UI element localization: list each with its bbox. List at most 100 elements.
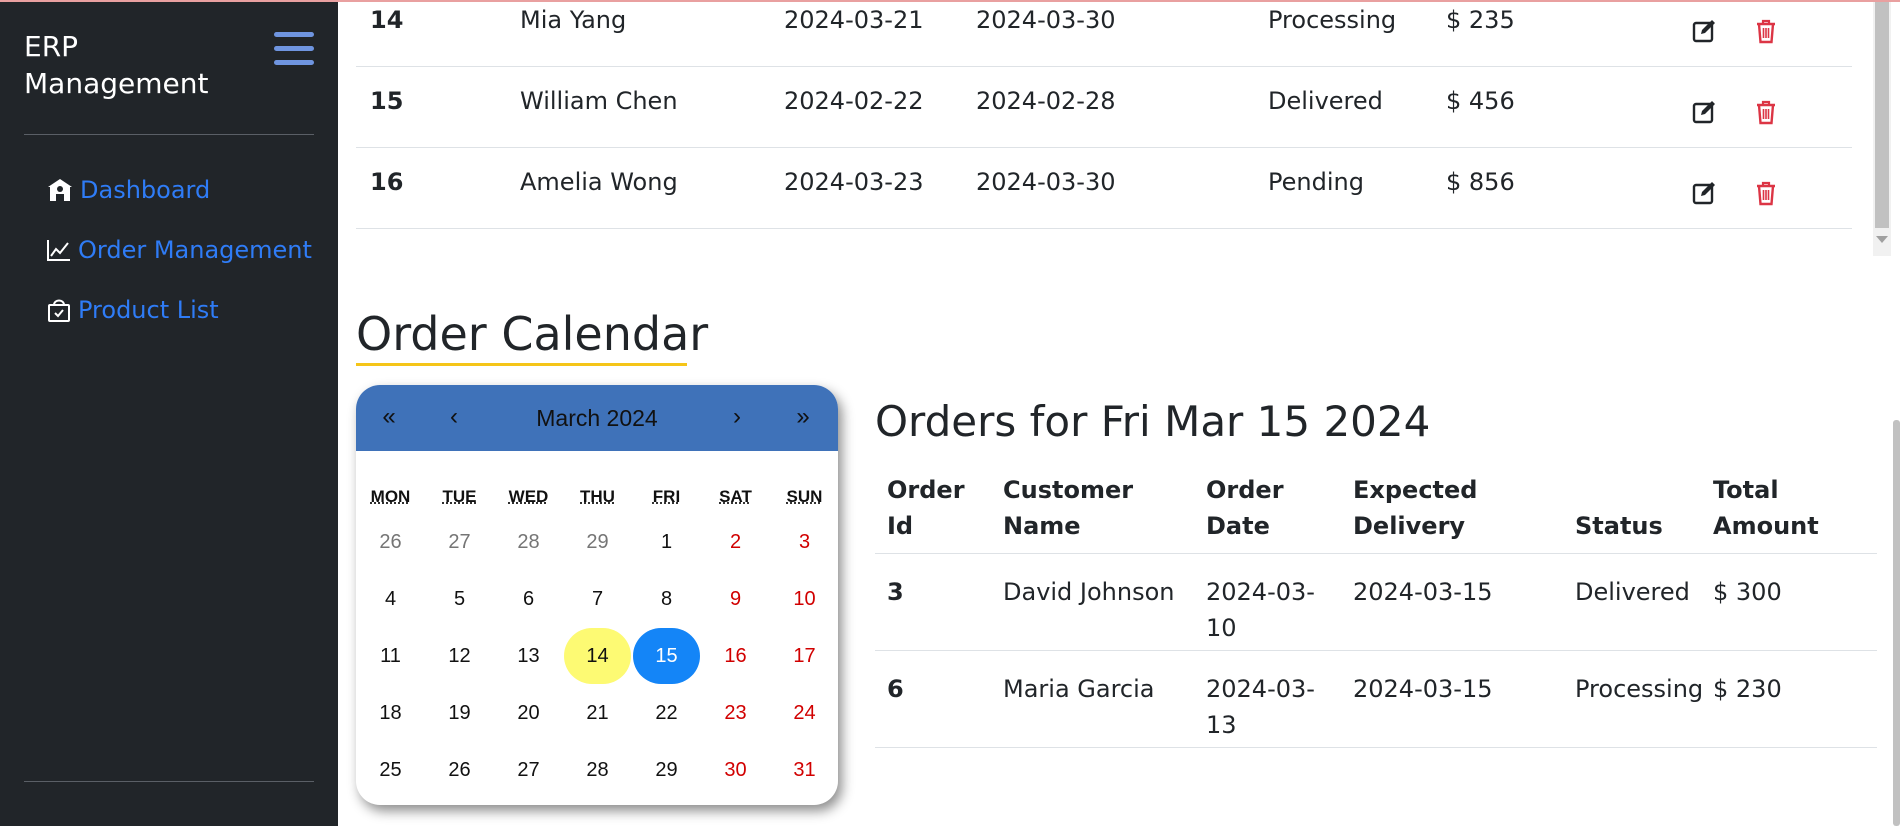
calendar-day[interactable]: 21 xyxy=(564,685,631,741)
calendar-day[interactable]: 19 xyxy=(426,685,493,741)
sidebar: ERP Management Dashboard Order Managemen… xyxy=(0,0,338,826)
calendar-day[interactable]: 9 xyxy=(702,571,769,627)
sidebar-divider-bottom xyxy=(24,781,314,782)
month-label[interactable]: March 2024 xyxy=(356,405,838,432)
calendar-day[interactable]: 28 xyxy=(495,514,562,570)
scrollbar-thumb[interactable] xyxy=(1875,0,1889,228)
bag-check-icon xyxy=(46,297,72,323)
calendar-day[interactable]: 23 xyxy=(702,685,769,741)
calendar-day[interactable]: 7 xyxy=(564,571,631,627)
calendar-day[interactable]: 3 xyxy=(771,514,838,570)
next-month-button[interactable]: › xyxy=(722,403,752,431)
header-customer-name: Customer Name xyxy=(1003,476,1134,540)
edit-icon[interactable] xyxy=(1690,179,1718,207)
calendar-day[interactable]: 6 xyxy=(495,571,562,627)
customer-name: Amelia Wong xyxy=(520,168,678,196)
calendar-day[interactable]: 18 xyxy=(357,685,424,741)
customer-name: William Chen xyxy=(520,87,678,115)
header-order-date: Order Date xyxy=(1206,476,1284,540)
order-status: Delivered xyxy=(1268,87,1383,115)
calendar-day[interactable]: 22 xyxy=(633,685,700,741)
order-date: 2024-03-23 xyxy=(784,168,924,196)
calendar-day[interactable]: 11 xyxy=(357,628,424,684)
calendar: « ‹ March 2024 › » MON TUE WED THU FRI S… xyxy=(356,385,838,805)
table-row: 14 Mia Yang 2024-03-21 2024-03-30 Proces… xyxy=(356,0,1852,67)
calendar-day[interactable]: 13 xyxy=(495,628,562,684)
order-date: 2024-03-10 xyxy=(1206,578,1315,642)
order-id: 15 xyxy=(370,87,404,115)
order-date: 2024-03-21 xyxy=(784,6,924,34)
expected-delivery: 2024-03-30 xyxy=(976,168,1116,196)
calendar-day[interactable]: 29 xyxy=(564,514,631,570)
total-amount: $ 856 xyxy=(1446,168,1515,196)
hamburger-menu-icon[interactable] xyxy=(274,30,314,68)
shop-icon xyxy=(46,177,74,203)
calendar-day[interactable]: 25 xyxy=(357,742,424,798)
section-title: Order Calendar xyxy=(356,307,709,361)
sidebar-item-dashboard[interactable]: Dashboard xyxy=(46,176,210,204)
total-amount: $ 300 xyxy=(1713,578,1782,606)
next-year-button[interactable]: » xyxy=(788,403,818,431)
calendar-day[interactable]: 27 xyxy=(426,514,493,570)
weekday-wed: WED xyxy=(508,487,549,506)
expected-delivery: 2024-02-28 xyxy=(976,87,1116,115)
trash-icon[interactable] xyxy=(1752,179,1780,207)
order-status: Processing xyxy=(1268,6,1397,34)
sidebar-item-label: Dashboard xyxy=(80,176,211,204)
calendar-day[interactable]: 30 xyxy=(702,742,769,798)
total-amount: $ 456 xyxy=(1446,87,1515,115)
weekday-mon: MON xyxy=(370,487,411,506)
calendar-day[interactable]: 20 xyxy=(495,685,562,741)
calendar-day[interactable]: 24 xyxy=(771,685,838,741)
table-row: 6 Maria Garcia 2024-03-13 2024-03-15 Pro… xyxy=(875,651,1877,748)
order-id: 16 xyxy=(370,168,404,196)
calendar-day[interactable]: 14 xyxy=(564,628,631,684)
customer-name: Mia Yang xyxy=(520,6,627,34)
sidebar-item-label: Product List xyxy=(78,296,219,324)
header-order-id: Order Id xyxy=(887,476,965,540)
title-underline xyxy=(356,363,687,366)
customer-name: Maria Garcia xyxy=(1003,675,1155,703)
sidebar-item-product-list[interactable]: Product List xyxy=(46,296,219,324)
page-scrollbar[interactable] xyxy=(1893,420,1900,826)
edit-icon[interactable] xyxy=(1690,98,1718,126)
order-status: Pending xyxy=(1268,168,1364,196)
header-expected-delivery: Expected Delivery xyxy=(1353,476,1478,540)
table-row: 3 David Johnson 2024-03-10 2024-03-15 De… xyxy=(875,554,1877,651)
calendar-day[interactable]: 8 xyxy=(633,571,700,627)
trash-icon[interactable] xyxy=(1752,98,1780,126)
weekday-fri: FRI xyxy=(652,487,681,506)
calendar-day[interactable]: 12 xyxy=(426,628,493,684)
calendar-day[interactable]: 2 xyxy=(702,514,769,570)
calendar-header: « ‹ March 2024 › » xyxy=(356,385,838,451)
sidebar-item-label: Order Management xyxy=(78,236,312,264)
calendar-day[interactable]: 26 xyxy=(357,514,424,570)
calendar-day[interactable]: 17 xyxy=(771,628,838,684)
calendar-day[interactable]: 4 xyxy=(357,571,424,627)
total-amount: $ 230 xyxy=(1713,675,1782,703)
sidebar-divider-top xyxy=(24,134,314,135)
calendar-day[interactable]: 31 xyxy=(771,742,838,798)
weekday-tue: TUE xyxy=(442,487,477,506)
weekday-sat: SAT xyxy=(719,487,752,506)
header-total-amount: Total Amount xyxy=(1713,476,1819,540)
table-row: 16 Amelia Wong 2024-03-23 2024-03-30 Pen… xyxy=(356,148,1852,229)
calendar-day[interactable]: 16 xyxy=(702,628,769,684)
calendar-day[interactable]: 5 xyxy=(426,571,493,627)
expected-delivery: 2024-03-15 xyxy=(1353,578,1493,606)
trash-icon[interactable] xyxy=(1752,17,1780,45)
calendar-day[interactable]: 15 xyxy=(633,628,700,684)
header-status: Status xyxy=(1575,512,1663,540)
calendar-day[interactable]: 26 xyxy=(426,742,493,798)
scroll-down-arrow-icon[interactable] xyxy=(1876,236,1888,243)
calendar-day[interactable]: 29 xyxy=(633,742,700,798)
orders-for-date-title: Orders for Fri Mar 15 2024 xyxy=(875,397,1431,446)
edit-icon[interactable] xyxy=(1690,17,1718,45)
calendar-day[interactable]: 28 xyxy=(564,742,631,798)
calendar-day[interactable]: 27 xyxy=(495,742,562,798)
customer-name: David Johnson xyxy=(1003,578,1175,606)
calendar-day[interactable]: 10 xyxy=(771,571,838,627)
table-scrollbar[interactable] xyxy=(1873,0,1891,256)
sidebar-item-order-management[interactable]: Order Management xyxy=(46,236,312,264)
calendar-day[interactable]: 1 xyxy=(633,514,700,570)
